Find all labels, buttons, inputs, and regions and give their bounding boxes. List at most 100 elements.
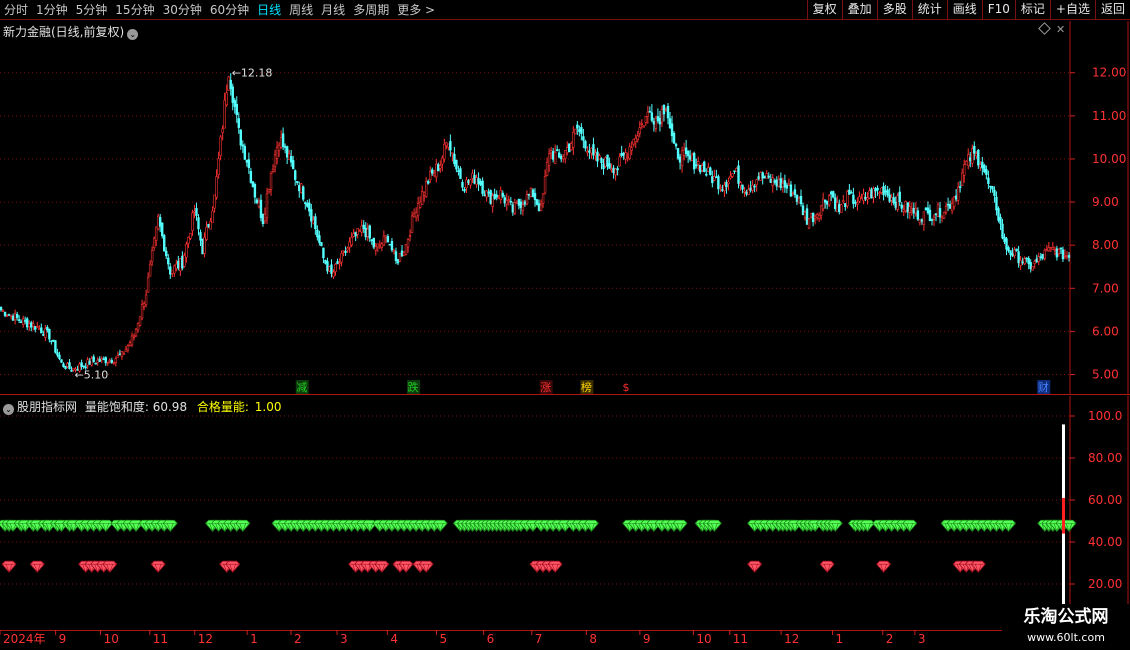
candle-body: [809, 213, 813, 218]
candle-body: [1023, 258, 1026, 265]
candle-body: [836, 202, 839, 213]
candle-body: [773, 180, 776, 183]
period-tab-3[interactable]: 15分钟: [111, 0, 158, 20]
candle-body: [705, 173, 708, 176]
toolbar-button-4[interactable]: 画线: [946, 0, 982, 20]
candle-body: [56, 352, 59, 356]
candle-body: [1047, 247, 1051, 252]
candle-body: [701, 165, 704, 171]
candle-body: [896, 195, 899, 210]
candle-body: [521, 204, 525, 211]
candle-body: [132, 335, 136, 338]
candle-body: [241, 144, 245, 147]
red-diamond-icon: [819, 560, 835, 574]
candle-body: [823, 199, 827, 203]
candle-body: [527, 193, 531, 196]
candle-body: [1067, 255, 1071, 258]
candle-body: [1055, 248, 1059, 258]
candle-body: [165, 250, 168, 257]
candle-body: [729, 175, 732, 179]
candle-body: [995, 196, 998, 211]
candle-body: [709, 167, 712, 176]
indicator-panel[interactable]: 100.0 80.00 60.00 40.00 20.00 ⌄ 股朋指标网 量能饱和度: …: [0, 396, 1130, 630]
candle-body: [1051, 246, 1055, 250]
candle-body: [338, 262, 341, 265]
toolbar-button-3[interactable]: 统计: [911, 0, 947, 20]
candle-body: [213, 194, 216, 209]
toolbar-button-8[interactable]: 返回: [1094, 0, 1130, 20]
period-tab-10[interactable]: 更多 >: [393, 0, 439, 20]
candle-body: [9, 314, 13, 317]
candle-body: [402, 251, 406, 256]
candle-body: [856, 202, 859, 205]
period-tab-7[interactable]: 周线: [285, 0, 317, 20]
candle-body: [638, 127, 641, 134]
candle-body: [757, 176, 760, 180]
candle-body: [1059, 247, 1063, 250]
candle-body: [273, 154, 277, 168]
period-tab-8[interactable]: 月线: [317, 0, 349, 20]
candle-body: [1021, 261, 1024, 264]
chevron-down-icon[interactable]: ⌄: [127, 29, 139, 40]
candle-body: [973, 145, 976, 154]
candle-body: [394, 251, 398, 261]
candle-body: [199, 232, 202, 241]
candle-body: [578, 129, 581, 132]
candle-body: [467, 180, 470, 183]
toolbar-button-0[interactable]: 复权: [806, 0, 842, 20]
candle-body: [930, 219, 934, 221]
candle-body: [511, 204, 515, 213]
candle-body: [997, 208, 1000, 221]
toolbar-button-5[interactable]: F10: [981, 0, 1015, 20]
toolbar-button-1[interactable]: 叠加: [841, 0, 877, 20]
candle-body: [481, 180, 484, 194]
candle-body: [574, 128, 577, 135]
candle-body: [767, 175, 770, 178]
candle-body: [626, 156, 629, 158]
candle-body: [636, 135, 639, 140]
period-tab-4[interactable]: 30分钟: [159, 0, 206, 20]
price-tick-label: 12.00: [1092, 66, 1126, 80]
candle-body: [263, 213, 267, 222]
candle-body: [779, 178, 783, 188]
candle-body: [255, 199, 259, 203]
candle-body: [138, 316, 142, 326]
period-tab-6[interactable]: 日线: [253, 0, 285, 20]
candle-body: [952, 196, 956, 207]
candle-body: [670, 123, 674, 137]
toolbar-button-2[interactable]: 多股: [876, 0, 912, 20]
price-chart-panel[interactable]: 12.00 11.00 10.00 9.00 8.00 7.00 6.00 5.00 ←12.1…: [0, 21, 1130, 395]
toolbar-button-7[interactable]: +自选: [1049, 0, 1095, 20]
candle-body: [493, 193, 496, 199]
candle-body: [392, 249, 396, 253]
candle-body: [880, 187, 883, 193]
candle-body: [592, 144, 595, 156]
chevron-down-icon[interactable]: ⌄: [3, 404, 14, 415]
toolbar-button-6[interactable]: 标记: [1014, 0, 1050, 20]
close-icon[interactable]: ✕: [1056, 23, 1065, 36]
period-tab-9[interactable]: 多周期: [349, 0, 393, 20]
candle-body: [227, 76, 230, 91]
candle-body: [1011, 253, 1014, 257]
candle-body: [858, 196, 861, 202]
candle-body: [156, 215, 160, 230]
candle-body: [549, 150, 553, 154]
stock-title-text: 新力金融(日线,前复权): [3, 25, 125, 39]
candle-body: [834, 197, 837, 209]
period-tab-0[interactable]: 分时: [0, 0, 32, 20]
candle-body: [342, 250, 345, 253]
indicator-chart[interactable]: 100.0 80.00 60.00 40.00 20.00: [0, 396, 1130, 630]
candle-body: [948, 204, 952, 209]
price-chart[interactable]: 12.00 11.00 10.00 9.00 8.00 7.00 6.00 5.00 ←12.1…: [0, 21, 1130, 395]
period-tab-5[interactable]: 60分钟: [206, 0, 253, 20]
candle-body: [435, 163, 438, 178]
candle-body: [249, 171, 253, 183]
time-axis-label: 1: [250, 632, 258, 646]
candle-body: [588, 150, 591, 153]
period-tab-1[interactable]: 1分钟: [32, 0, 72, 20]
period-tab-2[interactable]: 5分钟: [72, 0, 112, 20]
candle-body: [46, 327, 49, 331]
candle-body: [404, 244, 408, 255]
candle-body: [606, 154, 609, 167]
candle-body: [642, 125, 646, 128]
